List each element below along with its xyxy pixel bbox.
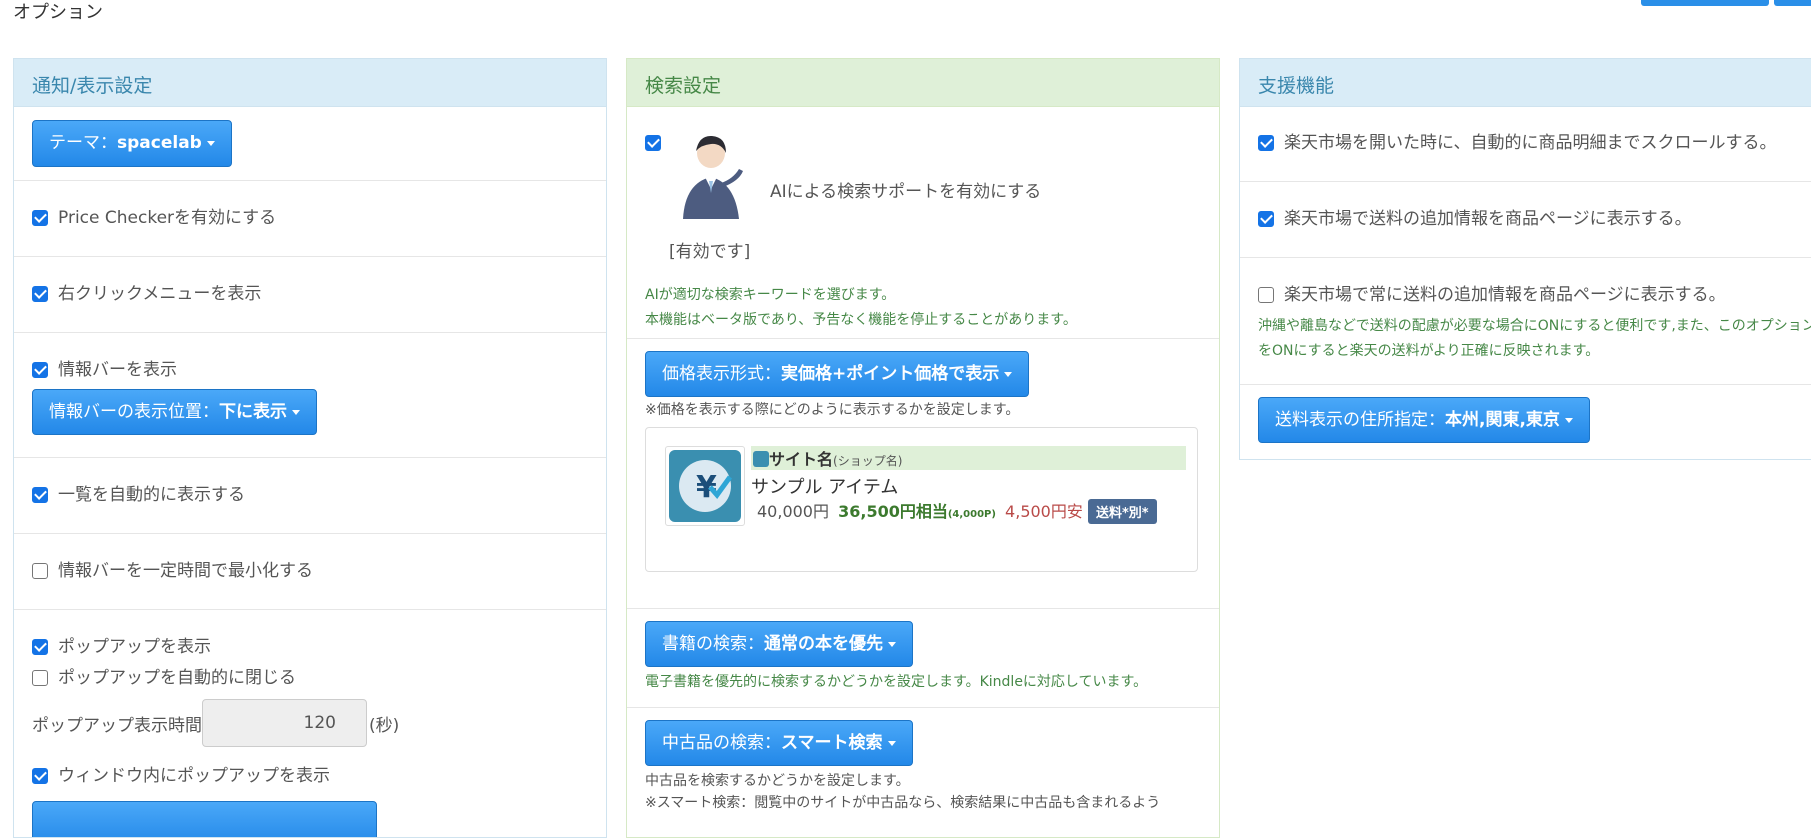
panel-header: 検索設定	[627, 59, 1219, 107]
sample-item-name: サンプル アイテム	[751, 477, 899, 498]
auto-scroll-checkbox[interactable]	[1258, 135, 1274, 151]
address-button[interactable]: 送料表示の住所指定：本州,関東,東京	[1258, 397, 1590, 443]
info-bar-row: 情報バーを表示 情報バーの表示位置：下に表示	[14, 333, 606, 458]
caret-down-icon	[206, 140, 215, 146]
book-search-row: 書籍の検索：通常の本を優先 電子書籍を優先的に検索するかどうかを設定します。Ki…	[627, 609, 1219, 708]
sample-discount: 4,500円安	[1005, 502, 1083, 521]
info-bar-label: 情報バーを表示	[58, 360, 177, 380]
used-search-note-1: 中古品を検索するかどうかを設定します。	[645, 773, 910, 789]
popup-row: ポップアップを表示 ポップアップを自動的に閉じる ポップアップ表示時間 120 …	[14, 610, 606, 837]
minimize-bar-label: 情報バーを一定時間で最小化する	[58, 561, 313, 581]
shipping-note: 沖縄や離島などで送料の配慮が必要な場合にONにすると便利です,また、このオプショ…	[1258, 318, 1811, 359]
theme-button[interactable]: テーマ：spacelab	[32, 120, 232, 167]
sample-effective-price: 36,500円相当	[838, 502, 948, 521]
minimize-bar-checkbox[interactable]	[32, 563, 48, 579]
popup-time-input[interactable]: 120	[202, 699, 367, 747]
info-bar-checkbox[interactable]	[32, 362, 48, 378]
page-title: オプション	[13, 2, 103, 23]
sample-points: (4,000P)	[947, 509, 996, 520]
used-search-row: 中古品の検索：スマート検索 中古品を検索するかどうかを設定します。 ※スマート検…	[627, 708, 1219, 828]
caret-down-icon	[292, 409, 300, 415]
top-button-2[interactable]	[1774, 0, 1811, 6]
popup-in-window-label: ウィンドウ内にポップアップを表示	[58, 766, 330, 786]
address-row: 送料表示の住所指定：本州,関東,東京	[1240, 385, 1811, 457]
always-shipping-checkbox[interactable]	[1258, 287, 1274, 303]
auto-list-row: 一覧を自動的に表示する	[14, 458, 606, 534]
shipping-info-checkbox[interactable]	[1258, 211, 1274, 227]
price-format-row: 価格表示形式：実価格+ポイント価格で表示 ※価格を表示する際にどのように表示する…	[627, 339, 1219, 609]
caret-down-icon	[1004, 371, 1013, 377]
search-settings-panel: 検索設定 AIによる検索サポートを有効にする [有効です] AIが適切な検索キー…	[626, 58, 1220, 838]
right-click-row: 右クリックメニューを表示	[14, 257, 606, 333]
auto-list-label: 一覧を自動的に表示する	[58, 485, 245, 505]
right-click-label: 右クリックメニューを表示	[58, 284, 262, 304]
auto-scroll-label: 楽天市場を開いた時に、自動的に商品明細までスクロールする。	[1284, 133, 1777, 153]
caret-down-icon	[888, 641, 896, 647]
sample-preview: ¥ サイト名(ショップ名) サンプル アイテム 40,000円 36,500円相…	[645, 427, 1198, 572]
auto-close-popup-label: ポップアップを自動的に閉じる	[58, 668, 296, 688]
info-bar-position-button[interactable]: 情報バーの表示位置：下に表示	[32, 389, 317, 435]
assist-panel: 支援機能 楽天市場を開いた時に、自動的に商品明細までスクロールする。 楽天市場で…	[1239, 58, 1811, 460]
used-search-note-2: ※スマート検索：閲覧中のサイトが中古品なら、検索結果に中古品も含まれるよう	[645, 795, 1161, 811]
auto-scroll-row: 楽天市場を開いた時に、自動的に商品明細までスクロールする。	[1240, 107, 1811, 182]
show-popup-checkbox[interactable]	[32, 639, 48, 655]
ai-search-row: AIによる検索サポートを有効にする [有効です] AIが適切な検索キーワードを選…	[627, 107, 1219, 339]
site-name: サイト名	[769, 450, 834, 469]
always-shipping-row: 楽天市場で常に送料の追加情報を商品ページに表示する。 沖縄や離島などで送料の配慮…	[1240, 258, 1811, 385]
shop-name: (ショップ名)	[833, 454, 903, 468]
ai-search-label: AIによる検索サポートを有効にする	[770, 182, 1042, 202]
book-search-button[interactable]: 書籍の検索：通常の本を優先	[645, 621, 913, 667]
sample-site-bar: サイト名(ショップ名)	[751, 446, 1186, 470]
minimize-bar-row: 情報バーを一定時間で最小化する	[14, 534, 606, 610]
popup-in-window-checkbox[interactable]	[32, 768, 48, 784]
price-checker-logo: ¥	[665, 446, 745, 526]
caret-down-icon	[887, 740, 896, 746]
site-icon	[753, 451, 769, 467]
assistant-avatar-icon	[683, 135, 743, 219]
popup-time-label: ポップアップ表示時間	[32, 715, 202, 736]
top-button-1[interactable]	[1641, 0, 1769, 6]
show-popup-label: ポップアップを表示	[58, 637, 211, 657]
price-format-note: ※価格を表示する際にどのように表示するかを設定します。	[645, 402, 1020, 418]
sample-price-line: 40,000円 36,500円相当(4,000P) 4,500円安 送料*別*	[751, 498, 1157, 524]
price-checker-checkbox[interactable]	[32, 210, 48, 226]
ai-note-2: 本機能はベータ版であり、予告なく機能を停止することがあります。	[645, 312, 1077, 328]
shipping-info-row: 楽天市場で送料の追加情報を商品ページに表示する。	[1240, 182, 1811, 258]
shipping-badge: 送料*別*	[1087, 499, 1157, 524]
ai-search-checkbox[interactable]	[645, 135, 661, 151]
right-click-checkbox[interactable]	[32, 286, 48, 302]
display-settings-panel: 通知/表示設定 テーマ：spacelab Price Checkerを有効にする…	[13, 58, 607, 838]
theme-row: テーマ：spacelab	[14, 107, 606, 181]
book-search-note: 電子書籍を優先的に検索するかどうかを設定します。Kindleに対応しています。	[645, 674, 1148, 690]
used-search-button[interactable]: 中古品の検索：スマート検索	[645, 720, 913, 766]
price-checker-row: Price Checkerを有効にする	[14, 181, 606, 257]
auto-close-popup-checkbox[interactable]	[32, 670, 48, 686]
auto-list-checkbox[interactable]	[32, 487, 48, 503]
ai-note-1: AIが適切な検索キーワードを選びます。	[645, 287, 896, 303]
popup-time-unit: (秒)	[369, 715, 400, 736]
panel-header: 通知/表示設定	[14, 59, 606, 107]
shipping-info-label: 楽天市場で送料の追加情報を商品ページに表示する。	[1284, 209, 1692, 229]
partial-dropdown-button[interactable]	[32, 801, 377, 837]
price-checker-label: Price Checkerを有効にする	[58, 208, 277, 228]
price-format-button[interactable]: 価格表示形式：実価格+ポイント価格で表示	[645, 351, 1030, 397]
ai-status: [有効です]	[669, 242, 751, 262]
always-shipping-label: 楽天市場で常に送料の追加情報を商品ページに表示する。	[1284, 285, 1726, 305]
sample-price: 40,000円	[757, 502, 829, 521]
panel-header: 支援機能	[1240, 59, 1811, 107]
svg-text:¥: ¥	[696, 470, 717, 505]
caret-down-icon	[1564, 417, 1573, 423]
